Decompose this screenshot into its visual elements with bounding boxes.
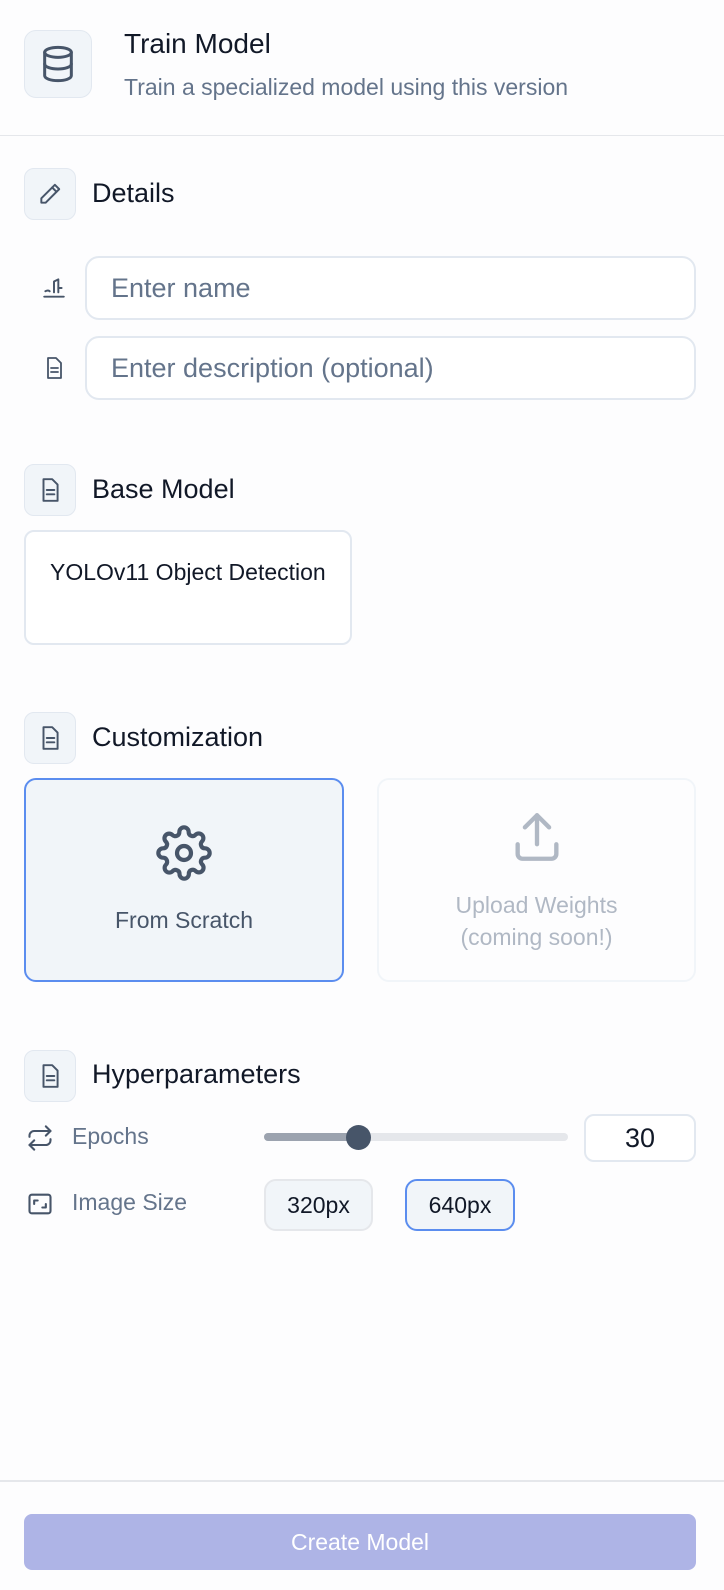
image-aspect-icon <box>26 1190 54 1218</box>
option-label: Upload Weights (coming soon!) <box>455 891 618 950</box>
document-icon <box>40 354 68 382</box>
base-model-card[interactable]: YOLOv11 Object Detection <box>24 530 352 645</box>
epochs-label: Epochs <box>72 1123 149 1149</box>
signature-icon <box>40 274 68 302</box>
database-icon <box>24 30 92 98</box>
hyperparameters-title: Hyperparameters <box>92 1059 301 1089</box>
base-model-title: Base Model <box>92 474 235 504</box>
image-size-320-chip[interactable]: 320px <box>264 1179 373 1231</box>
document-icon <box>24 464 76 516</box>
customization-title: Customization <box>92 722 264 752</box>
document-icon <box>24 1050 76 1102</box>
gear-icon <box>156 824 212 886</box>
create-model-button[interactable]: Create Model <box>24 1514 696 1570</box>
epochs-slider-track[interactable] <box>264 1133 568 1141</box>
pencil-icon <box>24 168 76 220</box>
from-scratch-option[interactable]: From Scratch <box>24 778 344 982</box>
document-icon <box>24 712 76 764</box>
upload-weights-option: Upload Weights (coming soon!) <box>377 778 696 982</box>
upload-icon <box>508 808 566 871</box>
repeat-icon <box>26 1124 54 1152</box>
epochs-slider-thumb[interactable] <box>346 1125 372 1150</box>
details-title: Details <box>92 178 175 208</box>
image-size-label: Image Size <box>72 1189 188 1215</box>
name-input[interactable] <box>85 256 696 320</box>
page-subtitle: Train a specialized model using this ver… <box>124 74 569 100</box>
description-input[interactable] <box>85 336 696 400</box>
header: Train Model Train a specialized model us… <box>0 0 724 136</box>
epochs-slider-fill <box>264 1133 359 1141</box>
image-size-640-chip[interactable]: 640px <box>405 1179 515 1231</box>
page-title: Train Model <box>124 28 271 59</box>
option-label: From Scratch <box>114 906 254 933</box>
epochs-input[interactable]: 30 <box>584 1114 696 1162</box>
